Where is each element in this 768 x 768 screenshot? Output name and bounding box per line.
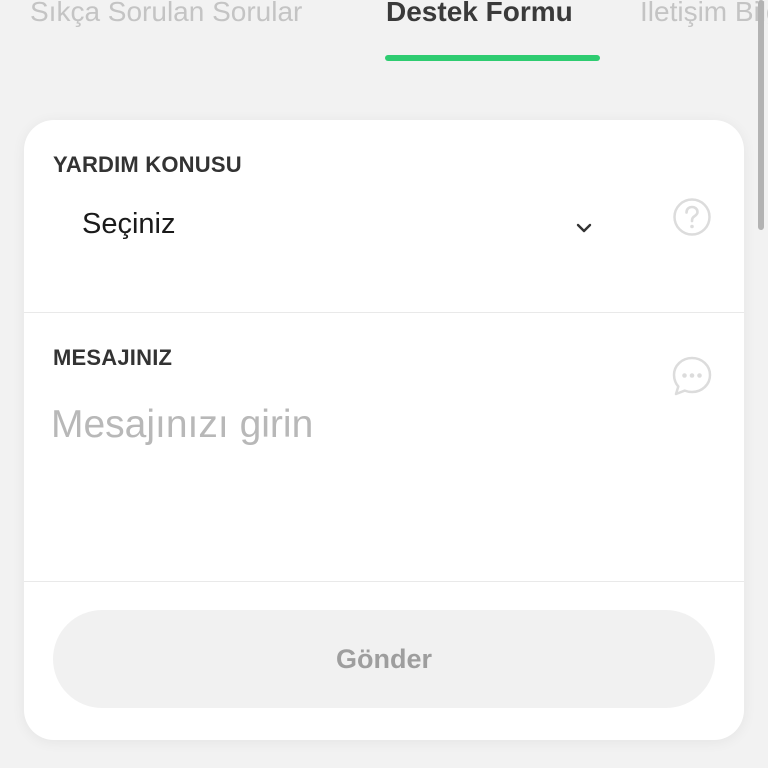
support-page: Sıkça Sorulan Sorular Destek Formu İleti… (0, 0, 768, 768)
help-circle-icon[interactable] (672, 197, 712, 237)
subject-select[interactable]: Seçiniz (64, 200, 594, 256)
tab-support-form[interactable]: Destek Formu (386, 0, 573, 32)
subject-selected-value: Seçiniz (82, 208, 176, 240)
chat-bubble-icon (672, 356, 712, 396)
tab-faq[interactable]: Sıkça Sorulan Sorular (30, 0, 302, 32)
active-tab-indicator (385, 55, 600, 61)
submit-section: Gönder (24, 582, 744, 740)
message-textarea[interactable] (51, 403, 651, 553)
scrollbar[interactable] (758, 0, 764, 230)
tab-bar: Sıkça Sorulan Sorular Destek Formu İleti… (0, 0, 768, 62)
submit-button[interactable]: Gönder (53, 610, 715, 708)
message-section: MESAJINIZ (24, 313, 744, 581)
subject-section: YARDIM KONUSU Seçiniz (24, 120, 744, 312)
support-form-card: YARDIM KONUSU Seçiniz MESAJINIZ Mesajını… (24, 120, 744, 740)
tab-contact[interactable]: İletişim Bilgileri (640, 0, 768, 32)
message-label: MESAJINIZ (53, 345, 173, 370)
subject-label: YARDIM KONUSU (53, 152, 242, 177)
chevron-down-icon (576, 223, 592, 233)
